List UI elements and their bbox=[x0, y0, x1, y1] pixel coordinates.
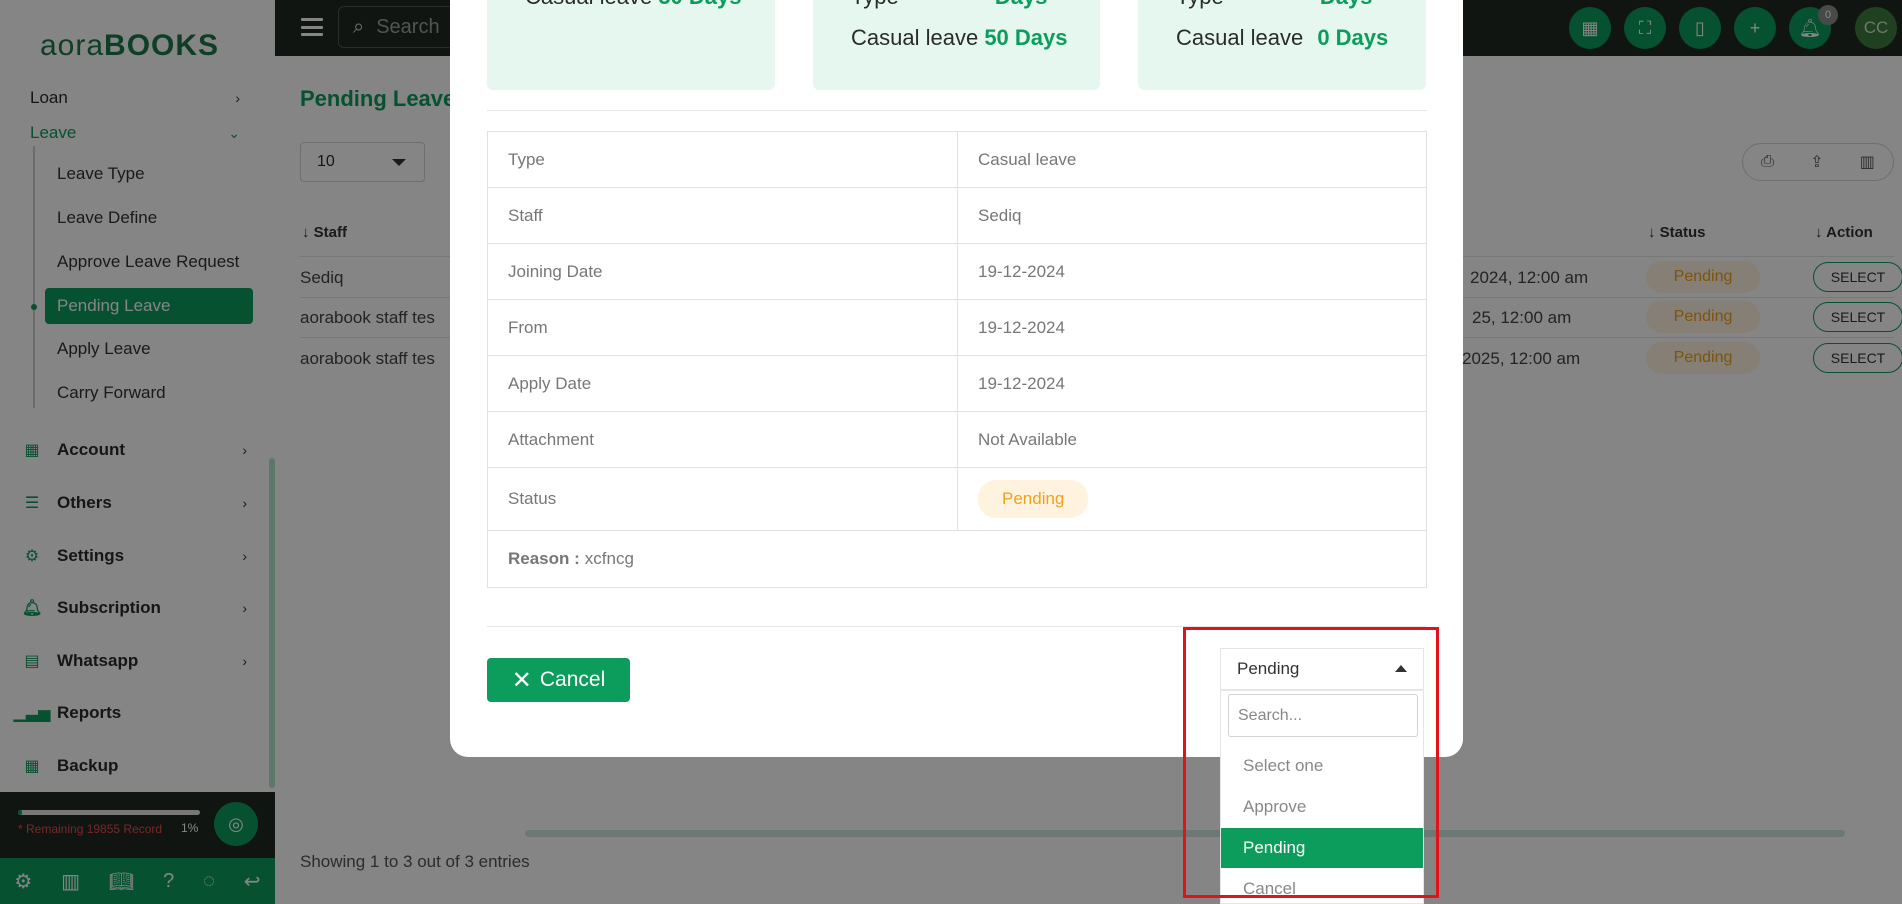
reason-text: Reason : xcfncg bbox=[508, 549, 634, 568]
detail-row: From 19-12-2024 bbox=[488, 300, 1426, 356]
modal-divider bbox=[487, 110, 1427, 111]
card-line-cut: Type Days bbox=[1176, 0, 1372, 10]
reason-row: Reason : xcfncg bbox=[488, 531, 1426, 587]
card-line: Casual leave 0 Days bbox=[1176, 25, 1389, 50]
detail-row: Apply Date 19-12-2024 bbox=[488, 356, 1426, 412]
detail-label: From bbox=[488, 300, 958, 355]
detail-value: 19-12-2024 bbox=[978, 373, 1065, 393]
detail-row: Joining Date 19-12-2024 bbox=[488, 244, 1426, 300]
cancel-button[interactable]: ✕ Cancel bbox=[487, 658, 630, 702]
detail-label: Attachment bbox=[488, 412, 958, 467]
cancel-button-label: Cancel bbox=[539, 668, 606, 691]
leave-summary-card: Type Days Casual leave 50 Days bbox=[813, 0, 1100, 90]
detail-value: 19-12-2024 bbox=[978, 261, 1065, 281]
highlight-annotation bbox=[1183, 627, 1439, 898]
detail-row: Type Casual leave bbox=[488, 132, 1426, 188]
detail-label: Staff bbox=[488, 188, 958, 243]
detail-row: Status Pending bbox=[488, 468, 1426, 531]
detail-value: Casual leave bbox=[978, 149, 1077, 169]
detail-row: Staff Sediq bbox=[488, 188, 1426, 244]
detail-row: Attachment Not Available bbox=[488, 412, 1426, 468]
leave-summary-card: Type Days Casual leave 0 Days bbox=[1138, 0, 1426, 90]
card-line: Casual leave 50 Days bbox=[525, 0, 742, 10]
detail-value: Sediq bbox=[978, 205, 1022, 225]
detail-label: Apply Date bbox=[488, 356, 958, 411]
detail-label: Joining Date bbox=[488, 244, 958, 299]
leave-details-table: Type Casual leave Staff Sediq Joining Da… bbox=[487, 131, 1427, 588]
detail-value: Not Available bbox=[978, 429, 1077, 449]
leave-summary-card: Casual leave 50 Days bbox=[487, 0, 775, 90]
detail-label: Status bbox=[488, 468, 958, 530]
detail-value: 19-12-2024 bbox=[978, 317, 1065, 337]
status-badge: Pending bbox=[978, 480, 1089, 518]
card-line-cut: Type Days bbox=[851, 0, 1047, 10]
close-icon: ✕ bbox=[511, 666, 532, 694]
detail-label: Type bbox=[488, 132, 958, 187]
detail-value: Pending bbox=[958, 468, 1426, 530]
card-line: Casual leave 50 Days bbox=[851, 25, 1068, 50]
